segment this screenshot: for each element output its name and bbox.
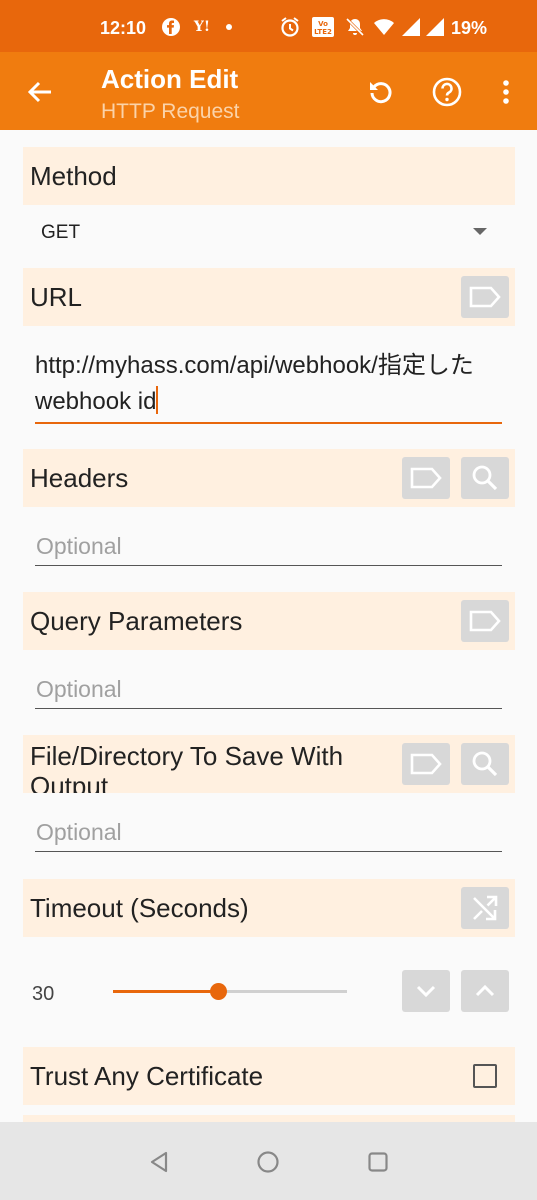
- text-cursor: [156, 386, 159, 414]
- trust-certificate-section: Trust Any Certificate: [23, 1047, 515, 1105]
- timeout-slider[interactable]: [113, 983, 347, 1000]
- timeout-section: Timeout (Seconds): [23, 879, 515, 937]
- wifi-icon: [372, 16, 396, 38]
- svg-text:LTE2: LTE2: [314, 28, 332, 36]
- home-circle-icon[interactable]: [253, 1147, 283, 1177]
- label-tag-icon: [469, 610, 501, 632]
- file-directory-placeholder: Optional: [36, 819, 122, 845]
- label-tag-icon: [410, 753, 442, 775]
- app-bar: Action Edit HTTP Request: [0, 52, 537, 130]
- headers-section: Headers: [23, 449, 515, 507]
- url-label: URL: [30, 282, 83, 312]
- chevron-up-icon: [475, 984, 495, 997]
- page-title: Action Edit: [101, 64, 239, 94]
- headers-placeholder: Optional: [36, 533, 122, 559]
- status-time: 12:10: [100, 18, 147, 38]
- trust-certificate-label: Trust Any Certificate: [30, 1061, 264, 1091]
- battery-percent: 19%: [451, 18, 488, 38]
- more-vert-icon[interactable]: [486, 72, 526, 112]
- timeout-row: 30: [23, 965, 515, 1021]
- search-icon: [472, 751, 498, 777]
- query-parameters-section: Query Parameters: [23, 592, 515, 650]
- file-directory-label: File/Directory To Save With Output: [30, 741, 344, 793]
- dropdown-caret-icon: [473, 228, 487, 235]
- dot-icon: [224, 16, 234, 38]
- decrement-button[interactable]: [402, 970, 450, 1012]
- mute-icon: [344, 16, 366, 38]
- page-subtitle: HTTP Request: [101, 100, 240, 123]
- system-nav-bar: [0, 1122, 537, 1200]
- search-icon: [472, 465, 498, 491]
- variable-tag-button[interactable]: [461, 276, 509, 318]
- undo-icon[interactable]: [360, 72, 400, 112]
- increment-button[interactable]: [461, 970, 509, 1012]
- headers-variable-button[interactable]: [402, 457, 450, 499]
- back-triangle-icon[interactable]: [144, 1147, 174, 1177]
- slider-fill: [113, 990, 219, 993]
- headers-search-button[interactable]: [461, 457, 509, 499]
- file-variable-button[interactable]: [402, 743, 450, 785]
- query-variable-button[interactable]: [461, 600, 509, 642]
- slider-thumb[interactable]: [210, 983, 228, 1000]
- method-value: GET: [41, 222, 81, 243]
- timeout-label: Timeout (Seconds): [30, 893, 249, 923]
- method-dropdown[interactable]: GET: [23, 208, 515, 258]
- file-search-button[interactable]: [461, 743, 509, 785]
- url-value: http://myhass.com/api/webhook/指定したwebhoo…: [35, 352, 474, 415]
- signal-2-icon: [424, 16, 446, 38]
- status-bar: 12:10 Y! Vo LTE2 19%: [0, 0, 537, 52]
- timeout-random-button[interactable]: [461, 887, 509, 929]
- recents-square-icon[interactable]: [363, 1147, 393, 1177]
- signal-icon: [400, 16, 422, 38]
- headers-input[interactable]: Optional: [35, 528, 502, 566]
- url-input[interactable]: http://myhass.com/api/webhook/指定したwebhoo…: [35, 348, 502, 424]
- query-parameters-placeholder: Optional: [36, 676, 122, 702]
- help-icon[interactable]: [427, 72, 467, 112]
- facebook-icon: [160, 16, 182, 38]
- headers-label: Headers: [30, 463, 129, 493]
- file-directory-section: File/Directory To Save With Output: [23, 735, 515, 793]
- yahoo-icon: Y!: [193, 19, 211, 35]
- svg-text:Vo: Vo: [318, 20, 328, 28]
- query-parameters-input[interactable]: Optional: [35, 671, 502, 709]
- method-section: Method: [23, 147, 515, 205]
- volte-icon: Vo LTE2: [310, 16, 336, 38]
- file-directory-input[interactable]: Optional: [35, 814, 502, 852]
- alarm-icon: [278, 16, 302, 38]
- label-tag-icon: [410, 467, 442, 489]
- timeout-value: 30: [32, 983, 55, 1005]
- back-arrow-icon[interactable]: [20, 72, 60, 112]
- shuffle-icon: [473, 895, 498, 921]
- screen: 12:10 Y! Vo LTE2 19% Action Edit HTTP Re…: [0, 0, 537, 1200]
- label-tag-icon: [469, 286, 501, 308]
- chevron-down-icon: [416, 985, 436, 998]
- trust-certificate-checkbox[interactable]: [473, 1064, 497, 1088]
- url-section: URL: [23, 268, 515, 326]
- query-parameters-label: Query Parameters: [30, 606, 243, 636]
- method-label: Method: [30, 161, 117, 191]
